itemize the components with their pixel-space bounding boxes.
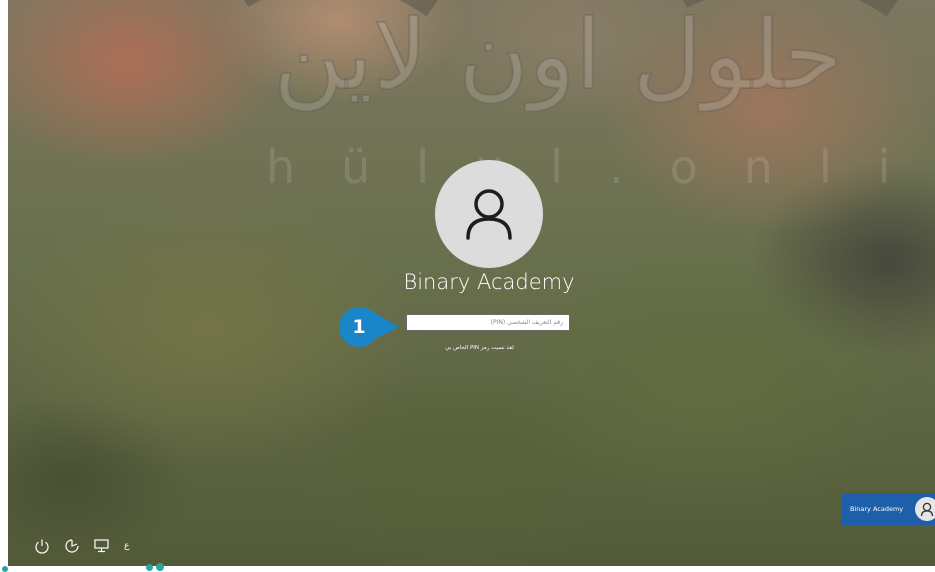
user-switch-tile[interactable]: Binary Academy — [842, 493, 935, 525]
ease-of-access-icon[interactable] — [62, 536, 82, 556]
forgot-pin-link[interactable]: لقد نسيت رمز PIN الخاص بي — [407, 345, 552, 351]
decor-dot — [146, 564, 153, 571]
system-icons: ع — [32, 536, 129, 556]
user-tile-name: Binary Academy — [850, 505, 904, 513]
decor-dot — [156, 563, 164, 571]
account-name: Binary Academy — [403, 270, 575, 294]
callout-number: 1 — [352, 316, 366, 338]
watermark-url: hülul.onlin — [266, 140, 935, 194]
bottom-strip — [0, 563, 935, 572]
user-avatar — [435, 160, 543, 268]
decor-dot — [2, 566, 8, 572]
person-icon — [920, 502, 934, 516]
pin-input[interactable] — [406, 314, 570, 331]
language-indicator[interactable]: ع — [124, 541, 129, 551]
lock-screen: حلول اون لاين hülul.onlin Binary Academy… — [8, 0, 935, 566]
power-icon[interactable] — [32, 536, 52, 556]
person-icon — [466, 189, 512, 240]
network-icon[interactable] — [92, 536, 112, 556]
watermark-logo-text: حلول اون لاين — [273, 0, 843, 112]
screenshot-frame: حلول اون لاين hülul.onlin Binary Academy… — [0, 0, 935, 572]
user-tile-avatar — [915, 497, 935, 521]
